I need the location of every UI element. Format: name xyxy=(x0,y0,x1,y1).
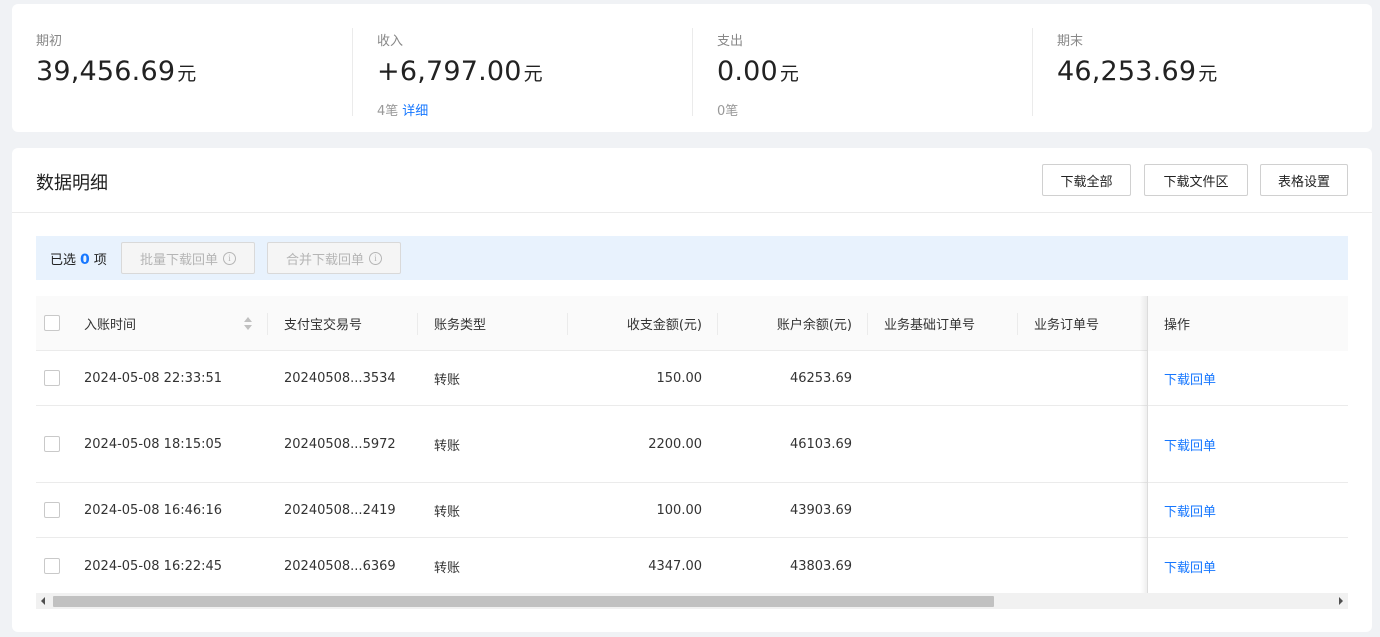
detail-header: 数据明细 下载全部 下载文件区 表格设置 xyxy=(12,148,1372,213)
column-header-order: 业务订单号 xyxy=(1034,318,1100,333)
cell-time: 2024-05-08 18:15:05 xyxy=(84,436,223,452)
cell-trade-no: 20240508...3534 xyxy=(284,370,396,386)
row-checkbox[interactable] xyxy=(44,558,60,574)
page-title: 数据明细 xyxy=(36,173,108,194)
cell-action: 下载回单 xyxy=(1147,351,1348,405)
horizontal-scrollbar[interactable] xyxy=(36,593,1348,609)
table-row: 2024-05-08 18:15:05 20240508...5972 转账 2… xyxy=(36,406,1348,483)
cell-balance: 43803.69 xyxy=(789,558,852,574)
income-detail-link[interactable]: 详细 xyxy=(402,104,428,119)
cell-amount: 100.00 xyxy=(656,502,703,518)
cell-type: 转账 xyxy=(434,372,461,388)
fixed-column-shadow xyxy=(1140,296,1148,594)
column-header-amount: 收支金额(元) xyxy=(568,296,718,351)
cell-type: 转账 xyxy=(434,560,461,576)
download-all-button[interactable]: 下载全部 xyxy=(1042,164,1131,196)
cell-balance: 43903.69 xyxy=(789,502,852,518)
stat-closing: 期末 46,253.69 元 xyxy=(1032,28,1372,116)
cell-amount: 150.00 xyxy=(656,370,703,386)
stat-amount: 46,253.69 元 xyxy=(1057,56,1218,87)
column-header-action: 操作 xyxy=(1147,296,1348,351)
table-settings-button[interactable]: 表格设置 xyxy=(1260,164,1348,196)
transactions-table: 入账时间 支付宝交易号 账务类型 收支金额(元) 账户余额(元) 业务基础订单号… xyxy=(36,296,1348,594)
cell-trade-no: 20240508...6369 xyxy=(284,558,396,574)
table-row: 2024-05-08 16:46:16 20240508...2419 转账 1… xyxy=(36,483,1348,538)
column-header-type: 账务类型 xyxy=(418,296,568,351)
cell-trade-no: 20240508...5972 xyxy=(284,436,396,452)
stat-opening: 期初 39,456.69 元 xyxy=(12,28,352,116)
info-circle-icon: i xyxy=(223,251,236,265)
stat-amount: 39,456.69 元 xyxy=(36,56,197,87)
download-receipt-link[interactable]: 下载回单 xyxy=(1164,435,1216,454)
stat-count: 0笔 xyxy=(717,104,739,119)
arrow-right-icon[interactable] xyxy=(1332,593,1348,609)
download-receipt-link[interactable]: 下载回单 xyxy=(1164,557,1216,576)
stat-expense: 支出 0.00 元 0笔 xyxy=(692,28,1032,119)
row-checkbox[interactable] xyxy=(44,502,60,518)
cell-balance: 46253.69 xyxy=(789,370,852,386)
cell-amount: 2200.00 xyxy=(648,436,702,452)
stat-label: 支出 xyxy=(717,34,744,49)
cell-action: 下载回单 xyxy=(1147,483,1348,537)
selection-bar: 已选 0 项 批量下载回单 i 合并下载回单 i xyxy=(36,236,1348,280)
column-header-balance: 账户余额(元) xyxy=(718,296,868,351)
stat-label: 期末 xyxy=(1057,34,1084,49)
cell-action: 下载回单 xyxy=(1147,538,1348,594)
cell-trade-no: 20240508...2419 xyxy=(284,502,396,518)
batch-download-button[interactable]: 批量下载回单 i xyxy=(121,242,255,274)
cell-time: 2024-05-08 16:22:45 xyxy=(84,558,223,574)
column-header-time[interactable]: 入账时间 xyxy=(68,296,268,351)
cell-type: 转账 xyxy=(434,438,461,454)
table-row: 2024-05-08 16:22:45 20240508...6369 转账 4… xyxy=(36,538,1348,594)
column-header-trade-no: 支付宝交易号 xyxy=(268,296,418,351)
select-all-checkbox[interactable] xyxy=(44,315,60,331)
table-header: 入账时间 支付宝交易号 账务类型 收支金额(元) 账户余额(元) 业务基础订单号… xyxy=(36,296,1348,351)
selected-count: 已选 0 项 xyxy=(50,252,107,268)
row-checkbox[interactable] xyxy=(44,436,60,452)
stat-count: 4笔 详细 xyxy=(377,104,429,119)
info-circle-icon: i xyxy=(369,251,382,265)
column-header-base-order: 业务基础订单号 xyxy=(868,296,1018,351)
table-row: 2024-05-08 22:33:51 20240508...3534 转账 1… xyxy=(36,351,1348,406)
cell-amount: 4347.00 xyxy=(648,558,702,574)
merge-download-button[interactable]: 合并下载回单 i xyxy=(267,242,401,274)
arrow-left-icon[interactable] xyxy=(36,593,52,609)
sort-icon[interactable] xyxy=(244,317,252,331)
cell-type: 转账 xyxy=(434,504,461,520)
cell-balance: 46103.69 xyxy=(789,436,852,452)
download-files-button[interactable]: 下载文件区 xyxy=(1144,164,1248,196)
row-checkbox[interactable] xyxy=(44,370,60,386)
stat-label: 期初 xyxy=(36,34,63,49)
cell-action: 下载回单 xyxy=(1147,406,1348,482)
download-receipt-link[interactable]: 下载回单 xyxy=(1164,369,1216,388)
stat-amount: +6,797.00 元 xyxy=(377,56,543,87)
stat-income: 收入 +6,797.00 元 4笔 详细 xyxy=(352,28,692,119)
detail-card: 数据明细 下载全部 下载文件区 表格设置 已选 0 项 批量下载回单 i 合并下载回单… xyxy=(12,148,1372,632)
download-receipt-link[interactable]: 下载回单 xyxy=(1164,501,1216,520)
cell-time: 2024-05-08 16:46:16 xyxy=(84,502,223,518)
summary-card: 期初 39,456.69 元 收入 +6,797.00 元 4笔 详细 支出 0.00… xyxy=(12,4,1372,132)
cell-time: 2024-05-08 22:33:51 xyxy=(84,370,223,386)
stat-label: 收入 xyxy=(377,34,404,49)
stat-amount: 0.00 元 xyxy=(717,56,800,87)
scrollbar-thumb[interactable] xyxy=(53,596,994,607)
